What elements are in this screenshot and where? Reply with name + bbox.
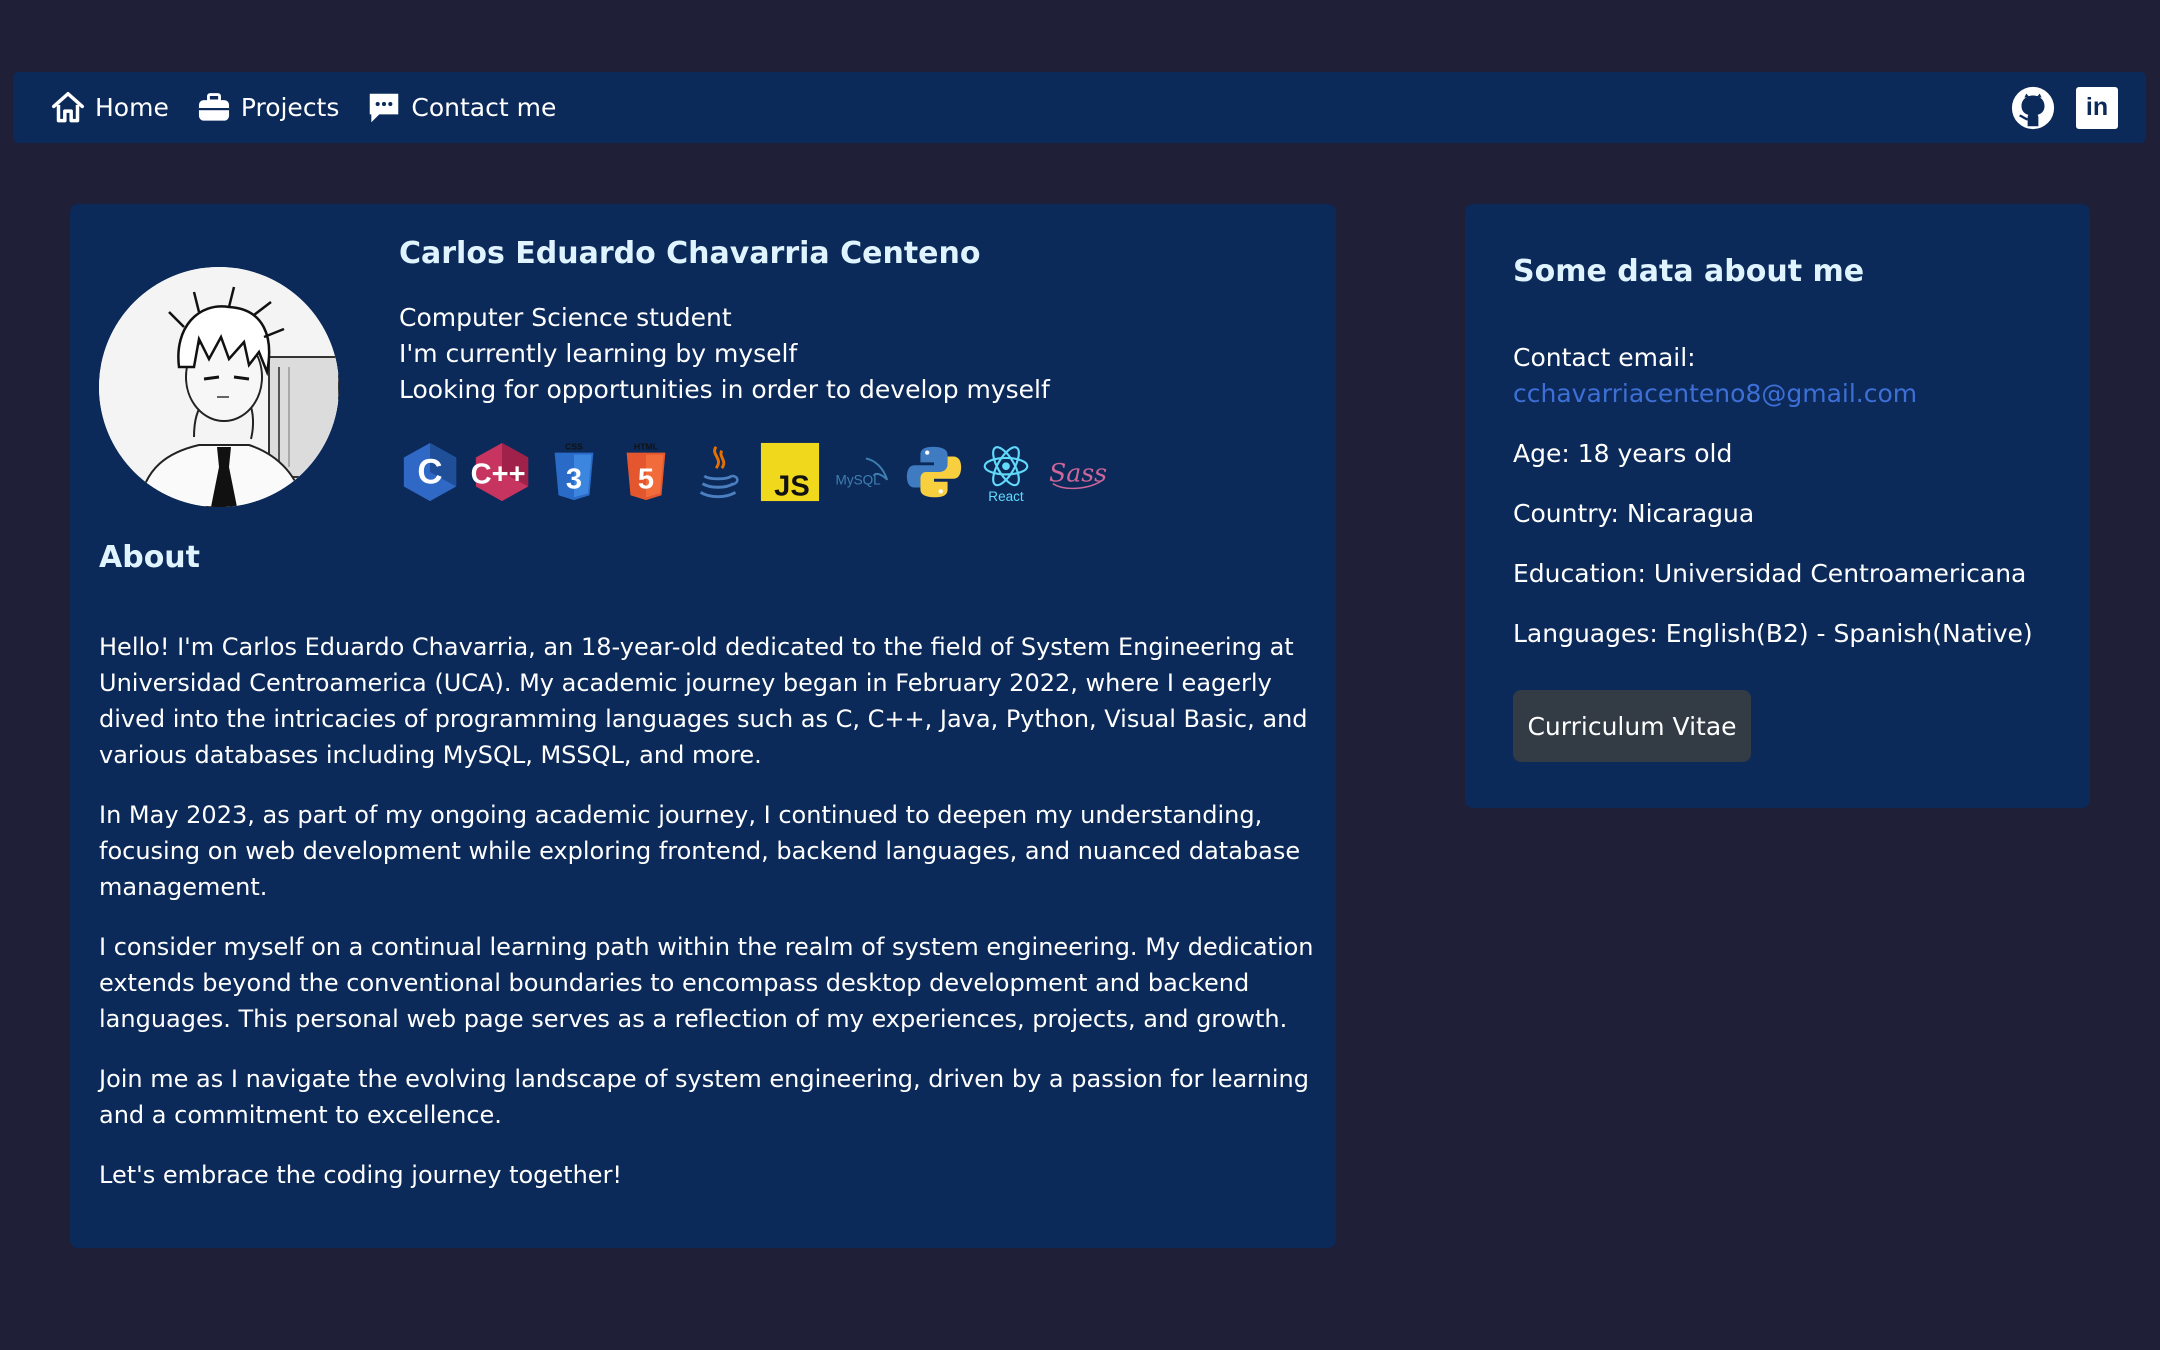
- profile-taglines: Computer Science student I'm currently l…: [399, 300, 1050, 408]
- svg-text:5: 5: [638, 463, 654, 495]
- java-icon: [687, 440, 749, 504]
- about-paragraph: Hello! I'm Carlos Eduardo Chavarria, an …: [99, 633, 1308, 769]
- profile-name: Carlos Eduardo Chavarria Centeno: [399, 236, 981, 271]
- education-info: Education: Universidad Centroamericana: [1513, 559, 2027, 588]
- nav-home-link[interactable]: Home: [49, 89, 169, 127]
- about-paragraph: Let's embrace the coding journey togethe…: [99, 1161, 623, 1189]
- about-me-data-card: Some data about me Contact email: cchava…: [1465, 204, 2090, 808]
- nav-home-label: Home: [95, 93, 169, 122]
- svg-text:3: 3: [566, 463, 582, 495]
- about-heading: About: [99, 540, 201, 575]
- svg-text:MySQL: MySQL: [836, 473, 882, 488]
- javascript-icon: JS: [759, 440, 821, 504]
- email-row: Contact email: cchavarriacenteno8@gmail.…: [1513, 340, 2073, 412]
- linkedin-icon: in: [2085, 93, 2109, 121]
- nav-contact-label: Contact me: [411, 93, 557, 122]
- react-icon: React: [975, 440, 1037, 504]
- about-paragraph: I consider myself on a continual learnin…: [99, 933, 1314, 1033]
- top-navbar: Home Projects Contact me in: [13, 72, 2146, 143]
- svg-text:C++: C++: [471, 459, 526, 491]
- chat-icon: [370, 93, 399, 122]
- languages-info: Languages: English(B2) - Spanish(Native): [1513, 619, 2033, 648]
- about-text: Hello! I'm Carlos Eduardo Chavarria, an …: [99, 629, 1314, 1217]
- github-icon: [2011, 86, 2055, 129]
- svg-text:C: C: [417, 453, 442, 492]
- python-icon: [903, 440, 965, 504]
- email-label: Contact email:: [1513, 343, 1696, 372]
- mysql-icon: MySQL: [831, 440, 893, 504]
- nav-contact-link[interactable]: Contact me: [365, 89, 556, 127]
- country-info: Country: Nicaragua: [1513, 499, 1755, 528]
- svg-text:HTML: HTML: [634, 442, 659, 452]
- nav-projects-link[interactable]: Projects: [195, 89, 340, 127]
- avatar-illustration: [99, 267, 339, 507]
- briefcase-icon: [198, 92, 229, 121]
- html5-icon: HTML 5: [615, 440, 677, 504]
- github-link[interactable]: [2010, 85, 2056, 131]
- email-link[interactable]: cchavarriacenteno8@gmail.com: [1513, 376, 2073, 412]
- side-heading: Some data about me: [1513, 254, 1865, 289]
- profile-card: Carlos Eduardo Chavarria Centeno Compute…: [70, 204, 1336, 1248]
- curriculum-vitae-button[interactable]: Curriculum Vitae: [1513, 690, 1751, 762]
- tagline: Computer Science student: [399, 303, 732, 332]
- about-paragraph: Join me as I navigate the evolving lands…: [99, 1065, 1309, 1129]
- nav-links: Home Projects Contact me: [49, 89, 582, 127]
- avatar: [99, 267, 339, 507]
- home-icon: [52, 91, 84, 122]
- sass-icon: Sass: [1047, 440, 1109, 504]
- css3-icon: CSS 3: [543, 440, 605, 504]
- about-paragraph: In May 2023, as part of my ongoing acade…: [99, 801, 1301, 901]
- svg-text:React: React: [988, 489, 1024, 504]
- tech-icons-row: C C++ CSS 3 HTML 5 JS MySQL React Sass: [399, 440, 1119, 504]
- tagline: Looking for opportunities in order to de…: [399, 375, 1050, 404]
- svg-text:CSS: CSS: [565, 442, 583, 452]
- personal-info: Contact email: cchavarriacenteno8@gmail.…: [1513, 340, 2073, 676]
- tagline: I'm currently learning by myself: [399, 339, 798, 368]
- nav-projects-label: Projects: [240, 93, 340, 122]
- svg-text:JS: JS: [774, 470, 810, 502]
- age-info: Age: 18 years old: [1513, 439, 1733, 468]
- cpp-icon: C++: [471, 440, 533, 504]
- social-links: in: [2010, 85, 2118, 131]
- c-icon: C: [399, 440, 461, 504]
- linkedin-link[interactable]: in: [2076, 86, 2118, 129]
